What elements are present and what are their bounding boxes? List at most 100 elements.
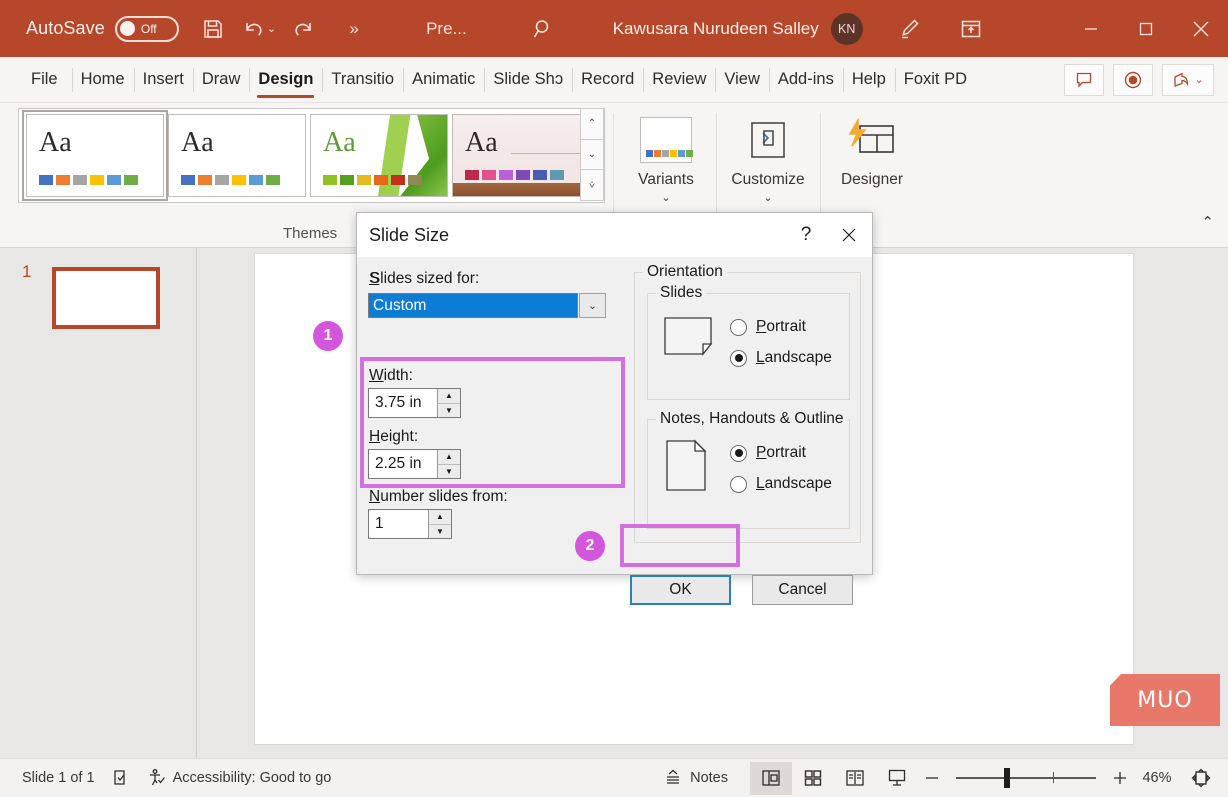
tab-add-ins[interactable]: Add-ins [768, 57, 843, 103]
theme-swatches [181, 175, 280, 185]
zoom-slider[interactable] [956, 768, 1096, 788]
height-stepper[interactable]: 2.25 in ▲ ▼ [368, 449, 461, 479]
tab-animations[interactable]: Animatic [403, 57, 484, 103]
spin-up-icon[interactable]: ▲ [438, 450, 460, 465]
zoom-out-button[interactable] [918, 759, 946, 797]
spin-up-icon[interactable]: ▲ [438, 389, 460, 404]
slide-sorter-button[interactable] [792, 762, 834, 795]
tab-review[interactable]: Review [643, 57, 715, 103]
autosave-toggle[interactable]: Off [114, 15, 179, 42]
tab-design[interactable]: Design [249, 57, 322, 103]
customize-label: Customize [731, 171, 805, 188]
slideshow-button[interactable] [876, 762, 918, 795]
spellcheck-icon[interactable] [103, 759, 139, 797]
ok-button[interactable]: OK [630, 575, 731, 605]
number-slides-from-input[interactable]: 1 [369, 510, 428, 538]
annotation-badge-2: 2 [575, 531, 605, 561]
chevron-up-icon[interactable]: ⌃ [1201, 213, 1214, 231]
slide-thumbnail-1[interactable] [52, 267, 160, 329]
cancel-label: Cancel [778, 581, 827, 598]
notes-button[interactable]: Notes [656, 759, 736, 797]
themes-gallery[interactable]: Aa Aa Aa Aa [18, 108, 605, 203]
normal-view-button[interactable] [750, 761, 792, 795]
themes-gallery-scrollbar[interactable]: ⌃ ⌄ ⩒ [580, 108, 604, 202]
ribbon-display-options-icon[interactable] [951, 9, 991, 49]
tab-file[interactable]: File [22, 57, 72, 103]
document-name[interactable]: Pre... [426, 19, 467, 39]
slide-thumbnail-pane[interactable]: 1 [0, 248, 197, 758]
scroll-down-icon[interactable]: ⌄ [580, 138, 604, 171]
tab-transitions[interactable]: Transitio [322, 57, 403, 103]
number-slides-from-stepper[interactable]: 1 ▲ ▼ [368, 509, 452, 539]
radio-circle[interactable] [730, 318, 747, 336]
tab-help[interactable]: Help [842, 57, 895, 103]
tab-record[interactable]: Record [572, 57, 643, 103]
accessibility-status[interactable]: Accessibility: Good to go [139, 759, 340, 797]
minimize-icon[interactable] [1063, 0, 1118, 57]
reading-view-button[interactable] [834, 762, 876, 795]
more-themes-icon[interactable]: ⩒ [580, 169, 604, 202]
customize-icon [745, 109, 791, 171]
save-icon[interactable] [193, 9, 233, 49]
autosave-state-label: Off [140, 21, 157, 36]
status-bar: Slide 1 of 1 Accessibility: Good to go N… [0, 758, 1228, 797]
spin-down-icon[interactable]: ▼ [429, 525, 451, 539]
width-spin-buttons[interactable]: ▲ ▼ [437, 389, 460, 417]
close-icon[interactable] [1173, 0, 1228, 57]
cancel-button[interactable]: Cancel [752, 575, 853, 605]
theme-wisp[interactable]: Aa [452, 114, 590, 197]
theme-facet[interactable]: Aa [310, 114, 448, 197]
notes-portrait-radio[interactable]: Portrait [730, 444, 806, 462]
width-label: Width: [369, 367, 413, 384]
comment-icon[interactable] [1064, 63, 1104, 96]
help-question-icon[interactable]: ? [786, 213, 826, 257]
search-icon[interactable] [523, 9, 563, 49]
chevron-down-icon[interactable]: ⌄ [1194, 73, 1203, 86]
width-input[interactable]: 3.75 in [369, 389, 437, 417]
number-spin-buttons[interactable]: ▲ ▼ [428, 510, 451, 538]
spin-up-icon[interactable]: ▲ [429, 510, 451, 525]
radio-circle[interactable] [730, 475, 747, 493]
slides-portrait-radio[interactable]: Portrait [730, 318, 806, 336]
zoom-slider-thumb[interactable] [1004, 768, 1010, 788]
chevron-down-icon[interactable]: ⌄ [763, 191, 772, 204]
tab-view[interactable]: View [715, 57, 768, 103]
tab-foxit-pdf[interactable]: Foxit PD [894, 57, 976, 103]
dialog-close-icon[interactable] [826, 213, 872, 257]
notes-portrait-label: Portrait [756, 444, 806, 461]
slide-size-dialog: Slide Size ? SSlides sized for: Custom ⌄… [356, 212, 873, 605]
width-stepper[interactable]: 3.75 in ▲ ▼ [368, 388, 461, 418]
height-input[interactable]: 2.25 in [369, 450, 437, 478]
tab-home[interactable]: Home [71, 57, 134, 103]
tab-slide-show[interactable]: Slide Shɔ [484, 57, 572, 103]
slide-count-text: Slide 1 of 1 [22, 770, 95, 786]
share-button[interactable]: ⌄ [1162, 63, 1214, 96]
more-commands-icon[interactable]: » [334, 9, 374, 49]
slides-landscape-radio[interactable]: Landscape [730, 349, 832, 367]
height-spin-buttons[interactable]: ▲ ▼ [437, 450, 460, 478]
spin-down-icon[interactable]: ▼ [438, 404, 460, 418]
tab-draw[interactable]: Draw [192, 57, 250, 103]
chevron-down-icon[interactable]: ⌄ [579, 293, 606, 318]
account-name[interactable]: Kawusara Nurudeen Salley [613, 19, 819, 39]
maximize-icon[interactable] [1118, 0, 1173, 57]
radio-circle-selected[interactable] [730, 444, 747, 462]
scroll-up-icon[interactable]: ⌃ [580, 108, 604, 140]
spin-down-icon[interactable]: ▼ [438, 465, 460, 479]
record-circle-icon[interactable] [1113, 63, 1153, 96]
slides-sized-for-select[interactable]: Custom [368, 293, 578, 318]
radio-circle-selected[interactable] [730, 349, 747, 367]
theme-office[interactable]: Aa [22, 110, 168, 201]
pen-draw-icon[interactable] [889, 9, 929, 49]
theme-office-2[interactable]: Aa [168, 114, 306, 197]
redo-icon[interactable] [284, 9, 324, 49]
notes-landscape-radio[interactable]: Landscape [730, 475, 832, 493]
ok-button-highlight [620, 524, 740, 567]
zoom-in-button[interactable] [1106, 759, 1134, 797]
autosave-label: AutoSave [26, 18, 105, 38]
tab-insert[interactable]: Insert [133, 57, 193, 103]
fit-to-window-button[interactable] [1180, 762, 1222, 795]
chevron-down-icon[interactable]: ⌄ [661, 191, 670, 204]
undo-dropdown-icon[interactable]: ⌄ [267, 22, 276, 35]
avatar[interactable]: KN [830, 12, 863, 45]
